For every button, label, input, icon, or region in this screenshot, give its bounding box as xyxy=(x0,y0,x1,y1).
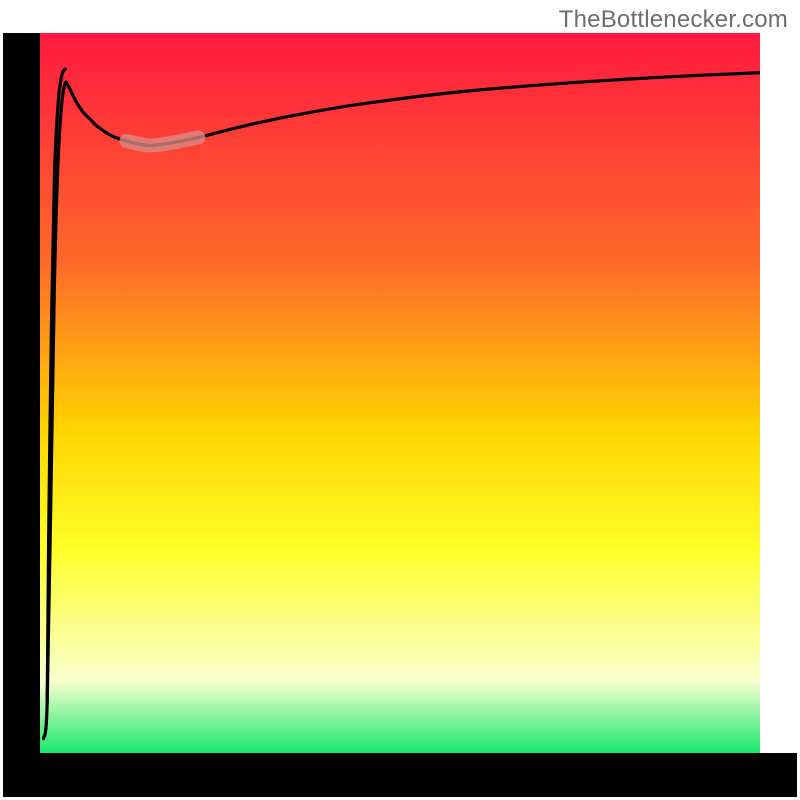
curve-highlight-marker xyxy=(126,137,198,145)
chart-stage: TheBottlenecker.com xyxy=(0,0,800,800)
bottleneck-chart xyxy=(0,0,800,800)
watermark-label: TheBottlenecker.com xyxy=(559,6,788,34)
